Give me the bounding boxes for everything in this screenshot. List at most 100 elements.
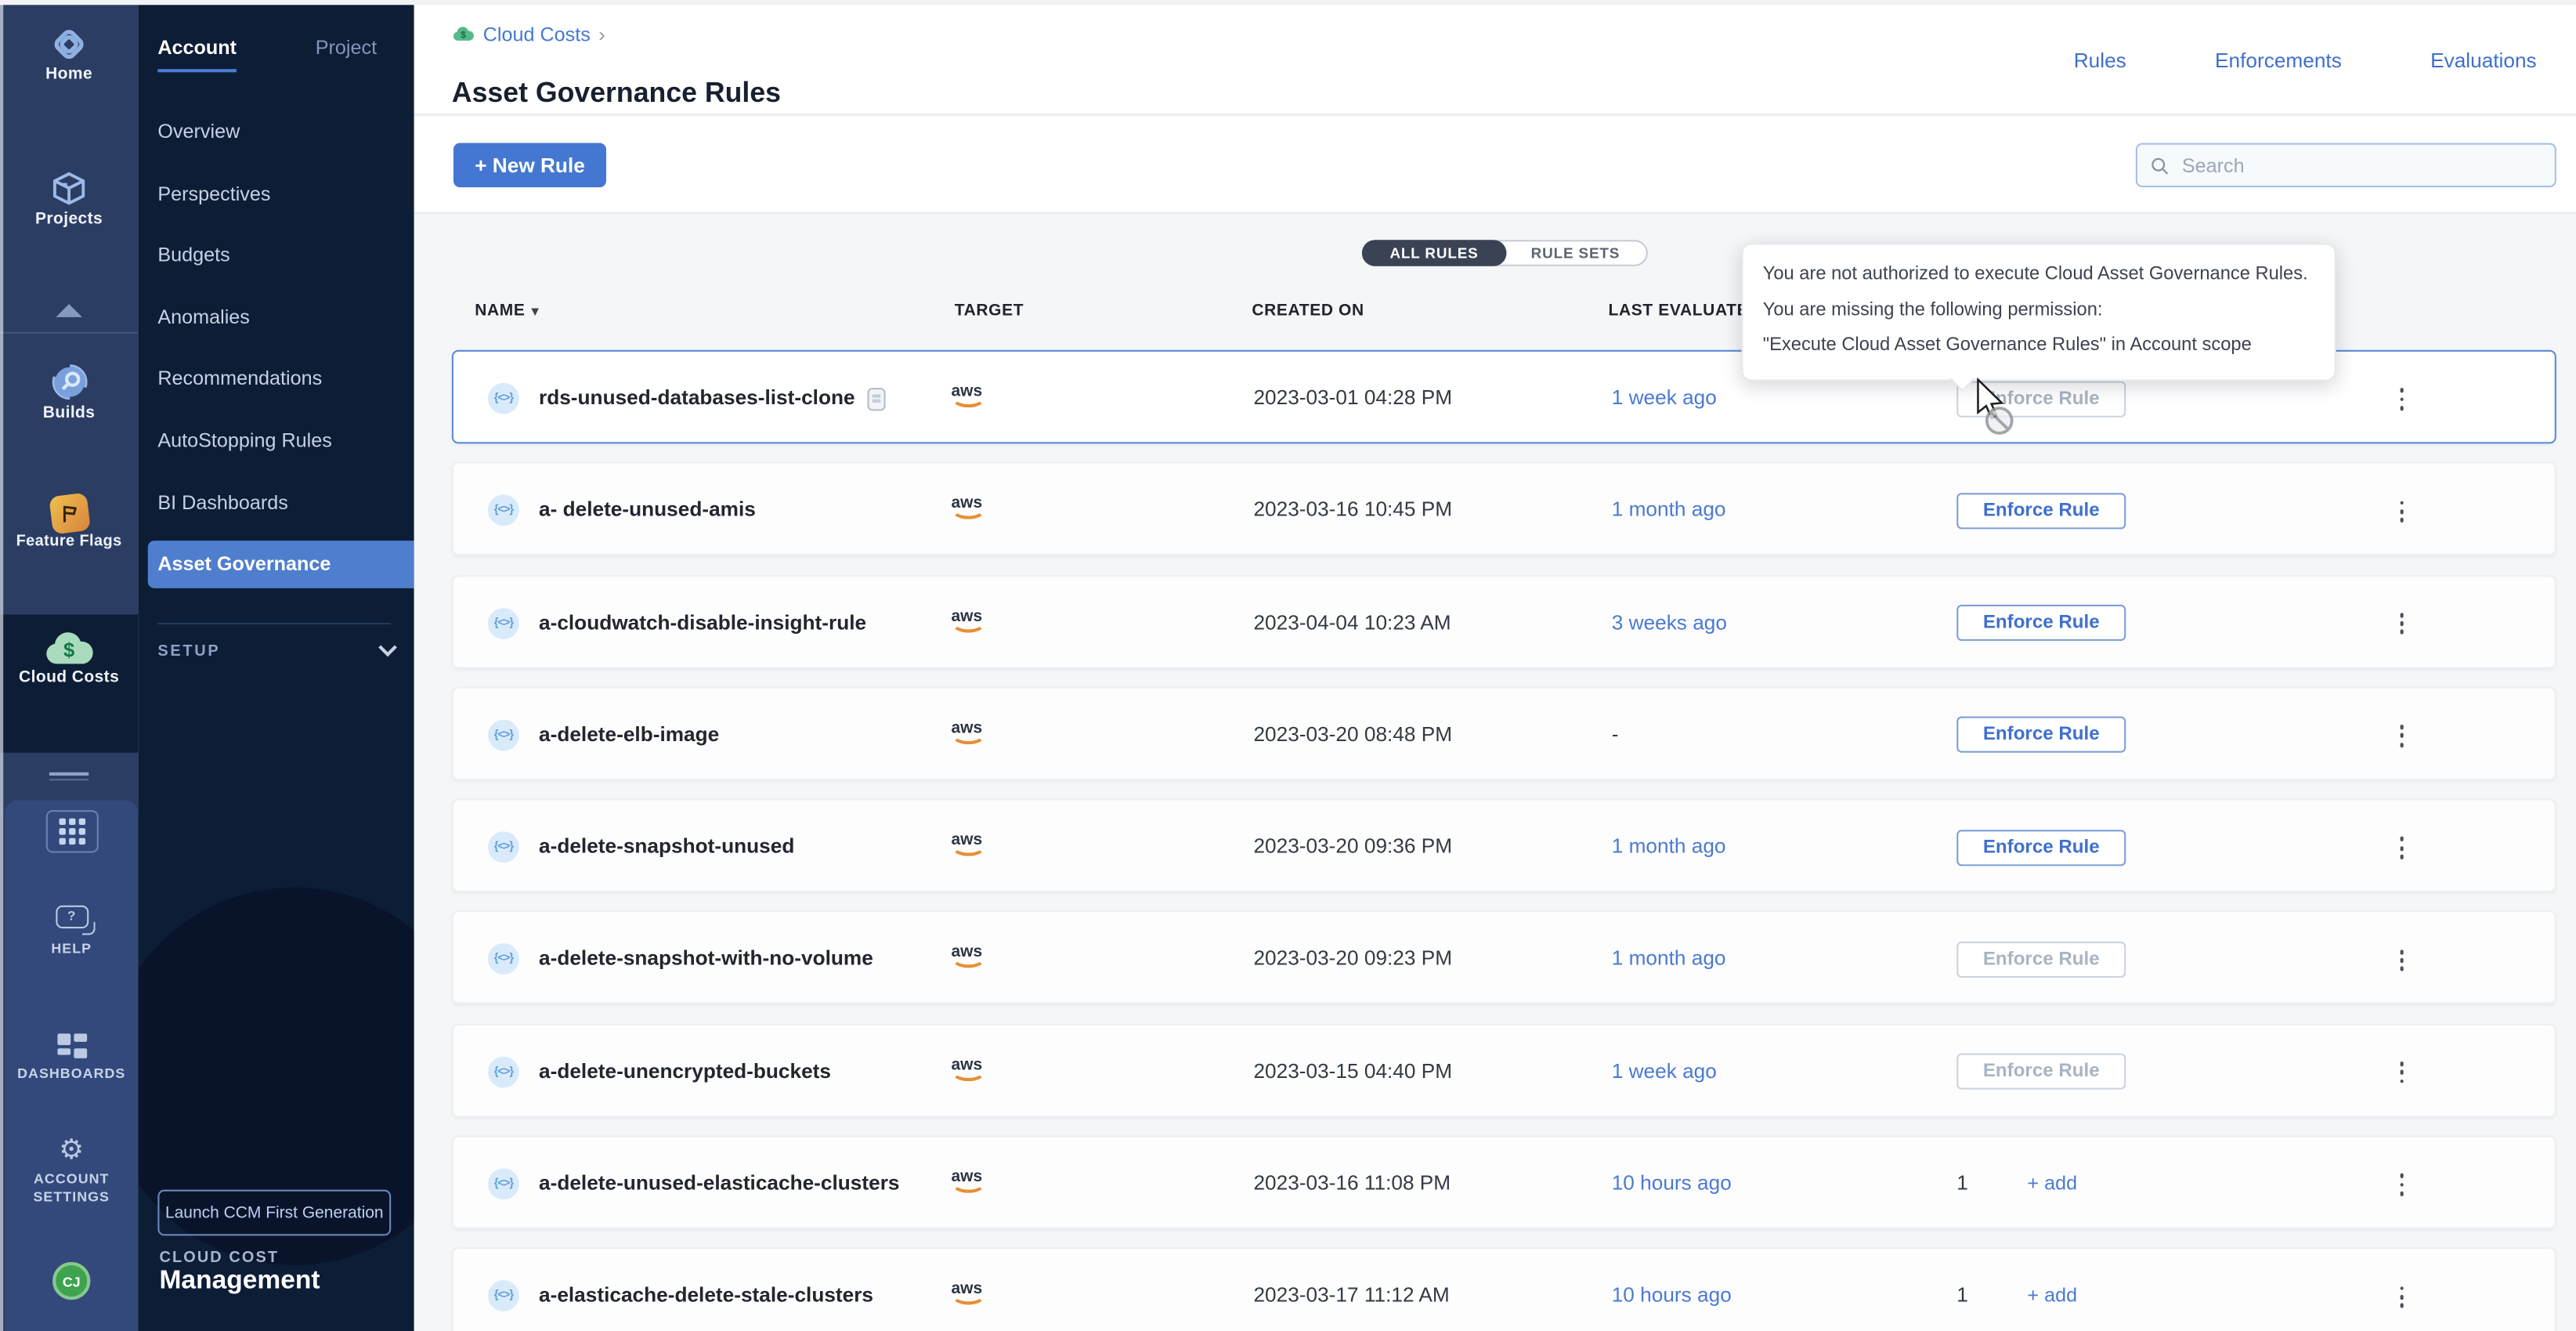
aws-target-icon: aws (951, 1281, 982, 1299)
last-evaluated-link: - (1612, 689, 1619, 783)
enforce-rule-button[interactable]: Enforce Rule (1956, 830, 2126, 866)
created-on-value: 2023-03-17 11:12 AM (1253, 1250, 1449, 1331)
rail-bottom-panel: ? HELP DASHBOARDS ⚙ ACCOUNT SETTINGS CJ (5, 801, 138, 1331)
search-box[interactable] (2136, 143, 2556, 187)
table-row[interactable]: a-elasticache-delete-stale-clusters aws … (452, 1248, 2556, 1331)
help-chat-icon: ? (55, 906, 88, 928)
table-row[interactable]: a-delete-unused-elasticache-clusters aws… (452, 1136, 2556, 1230)
sidebar-item-recommendations[interactable]: Recommendations (138, 349, 414, 411)
aws-target-icon: aws (951, 1056, 982, 1074)
add-enforcement-link[interactable]: + add (2027, 1137, 2077, 1232)
sidebar-item-anomalies[interactable]: Anomalies (138, 288, 414, 349)
feature-flags-icon (48, 493, 90, 535)
tab-rule-sets[interactable]: RULE SETS (1505, 241, 1646, 264)
created-on-value: 2023-03-15 04:40 PM (1253, 1025, 1452, 1119)
rule-name: rds-unused-databases-list-clone (539, 352, 855, 446)
link-rules[interactable]: Rules (2074, 49, 2126, 72)
search-input[interactable] (2179, 152, 2542, 179)
sidebar-item-cloud-costs[interactable]: $ Cloud Costs (0, 631, 138, 686)
projects-box-icon (48, 168, 91, 211)
add-enforcement-link[interactable]: + add (2027, 1250, 2077, 1331)
enforce-rule-button[interactable]: Enforce Rule (1956, 493, 2126, 529)
gear-icon: ⚙ (59, 1134, 84, 1165)
last-evaluated-link[interactable]: 1 month ago (1612, 464, 1726, 558)
enforcement-count: 1 (1956, 1250, 1968, 1331)
last-evaluated-link[interactable]: 1 month ago (1612, 913, 1726, 1007)
rail-drag-handle[interactable] (49, 772, 89, 780)
enforce-rule-button[interactable]: Enforce Rule (1956, 717, 2126, 753)
enforce-rule-button[interactable]: Enforce Rule (1956, 605, 2126, 641)
aws-target-icon: aws (951, 495, 982, 513)
aws-target-icon: aws (951, 832, 982, 850)
rule-icon (488, 944, 519, 975)
copy-icon[interactable] (868, 388, 886, 411)
chevron-down-icon (378, 638, 397, 657)
last-evaluated-link[interactable]: 10 hours ago (1612, 1250, 1732, 1331)
table-row[interactable]: a-delete-snapshot-with-no-volume aws 202… (452, 911, 2556, 1005)
brand-label-big: Management (159, 1267, 320, 1297)
row-menu-icon[interactable] (2389, 380, 2415, 419)
launch-ccm-first-gen-button[interactable]: Launch CCM First Generation (157, 1190, 391, 1236)
sidebar-item-feature-flags[interactable]: Feature Flags (0, 494, 138, 550)
row-menu-icon[interactable] (2389, 604, 2415, 643)
column-header-name[interactable]: NAME▾ (475, 302, 539, 320)
sidebar-item-account-settings[interactable]: ⚙ ACCOUNT SETTINGS (5, 1135, 138, 1206)
sidebar-item-dashboards[interactable]: DASHBOARDS (5, 1024, 138, 1081)
table-row[interactable]: a-delete-unencrypted-buckets aws 2023-03… (452, 1023, 2556, 1117)
enforce-rule-button: Enforce Rule (1956, 942, 2126, 978)
sidebar-item-perspectives[interactable]: Perspectives (138, 164, 414, 226)
new-rule-button[interactable]: + New Rule (453, 143, 606, 187)
user-avatar[interactable]: CJ (5, 1262, 138, 1300)
apps-grid-icon (58, 819, 85, 845)
last-evaluated-link[interactable]: 1 week ago (1612, 352, 1717, 446)
tab-project[interactable]: Project (316, 36, 377, 72)
table-row[interactable]: a-cloudwatch-disable-insight-rule aws 20… (452, 574, 2556, 668)
row-menu-icon[interactable] (2389, 492, 2415, 531)
sidebar-item-builds[interactable]: Builds (0, 360, 138, 422)
row-menu-icon[interactable] (2389, 829, 2415, 868)
tooltip-line-2: You are missing the following permission… (1763, 293, 2315, 328)
table-row[interactable]: a-delete-elb-image aws 2023-03-20 08:48 … (452, 687, 2556, 781)
last-evaluated-link[interactable]: 10 hours ago (1612, 1137, 1732, 1232)
sidebar-item-asset-governance[interactable]: Asset Governance (148, 541, 414, 588)
harness-logo-icon (48, 23, 91, 66)
sidebar-item-budgets[interactable]: Budgets (138, 226, 414, 288)
breadcrumb[interactable]: $ Cloud Costs › (452, 23, 605, 45)
rule-name: a-delete-snapshot-with-no-volume (539, 913, 873, 1007)
sidebar-item-overview[interactable]: Overview (138, 102, 414, 164)
dashboards-icon (56, 1033, 86, 1058)
sidebar-item-setup[interactable]: SETUP (157, 642, 394, 660)
collapse-rail-icon[interactable] (56, 304, 82, 317)
last-evaluated-link[interactable]: 3 weeks ago (1612, 576, 1727, 670)
row-menu-icon[interactable] (2389, 1278, 2415, 1317)
link-enforcements[interactable]: Enforcements (2215, 49, 2342, 72)
svg-text:$: $ (461, 29, 466, 40)
sidebar-item-projects[interactable]: Projects (0, 168, 138, 229)
row-menu-icon[interactable] (2389, 1165, 2415, 1204)
aws-target-icon: aws (951, 944, 982, 962)
sidebar-item-help[interactable]: ? HELP (5, 906, 138, 957)
brand-label-small: CLOUD COST (159, 1249, 279, 1267)
app-window: Home Projects (0, 0, 2576, 1331)
table-row[interactable]: a-delete-snapshot-unused aws 2023-03-20 … (452, 799, 2556, 893)
rule-icon (488, 1281, 519, 1312)
rules-view-toggle: ALL RULES RULE SETS (1362, 240, 1648, 266)
row-menu-icon[interactable] (2389, 716, 2415, 755)
sidebar-item-autostopping-rules[interactable]: AutoStopping Rules (138, 411, 414, 472)
link-evaluations[interactable]: Evaluations (2430, 49, 2537, 72)
rail-divider (0, 332, 138, 334)
sidebar-item-home[interactable]: Home (0, 23, 138, 84)
row-menu-icon[interactable] (2389, 941, 2415, 980)
created-on-value: 2023-03-16 10:45 PM (1253, 464, 1452, 558)
module-grid-button[interactable] (5, 810, 138, 853)
builds-icon (47, 360, 92, 404)
row-menu-icon[interactable] (2389, 1053, 2415, 1092)
tab-all-rules[interactable]: ALL RULES (1362, 240, 1506, 266)
last-evaluated-link[interactable]: 1 month ago (1612, 801, 1726, 895)
scope-tabs: Account Project (157, 36, 377, 72)
sidebar-item-bi-dashboards[interactable]: BI Dashboards (138, 472, 414, 534)
table-row[interactable]: a- delete-unused-amis aws 2023-03-16 10:… (452, 462, 2556, 556)
last-evaluated-link[interactable]: 1 week ago (1612, 1025, 1717, 1119)
tab-account[interactable]: Account (157, 36, 237, 72)
aws-target-icon: aws (951, 1169, 982, 1187)
